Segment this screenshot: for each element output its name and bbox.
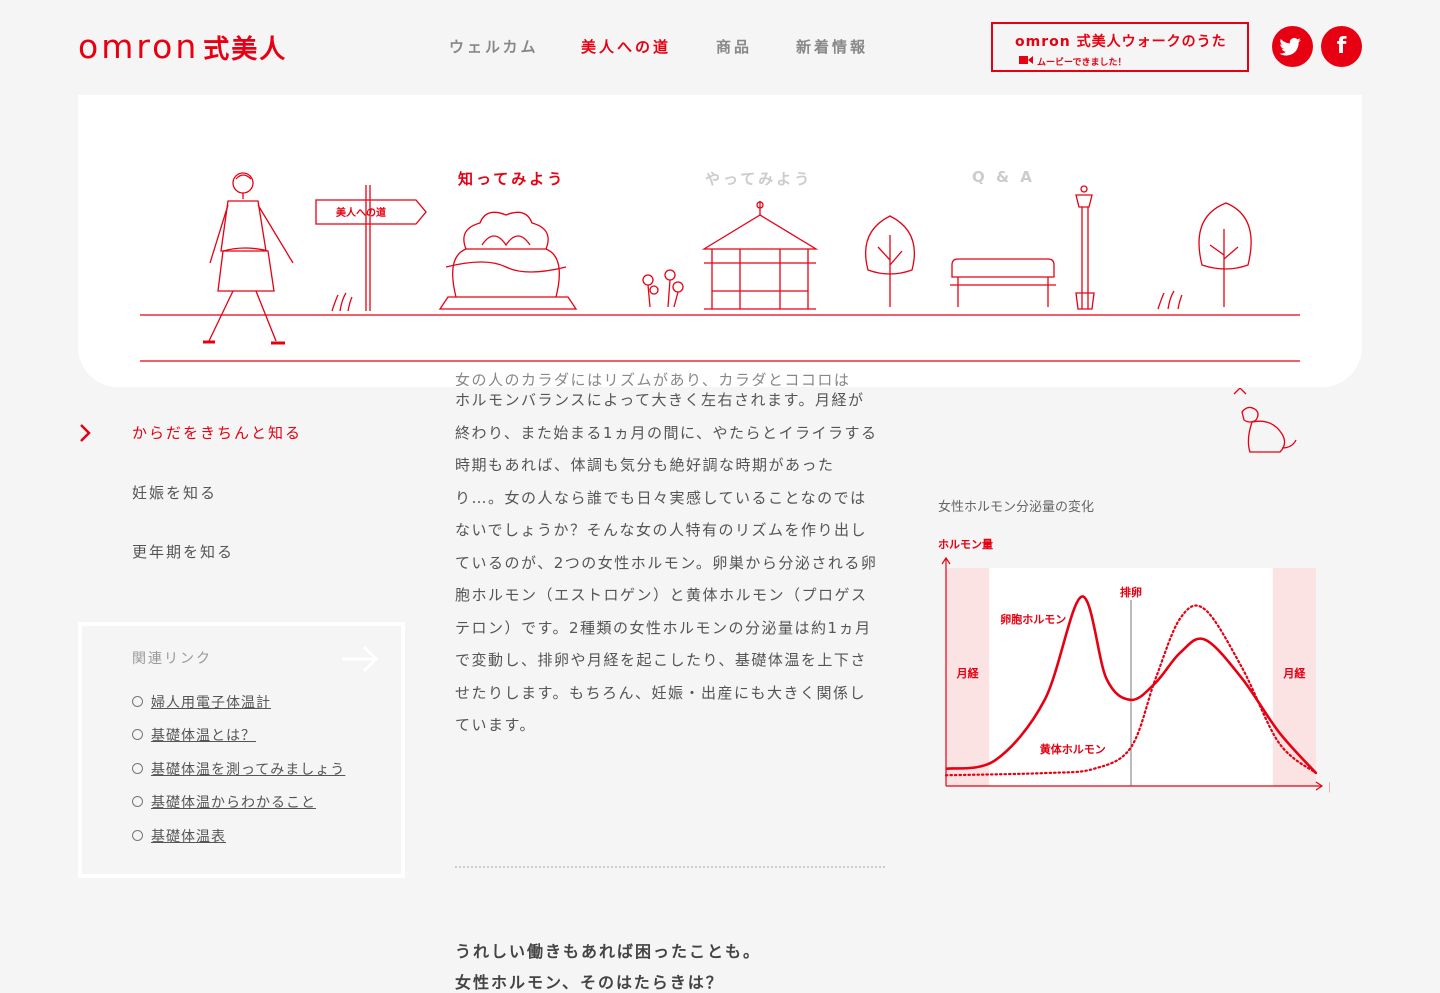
bullet-circle-icon bbox=[132, 728, 143, 740]
related-link-label: 基礎体温からわかること bbox=[151, 795, 316, 811]
article-paragraph: ホルモンバランスによって大きく左右されます。月経が終わり、また始まる1ヵ月の間に… bbox=[455, 391, 878, 734]
logo-sub: 式美人 bbox=[203, 35, 288, 65]
signpost-icon bbox=[315, 185, 427, 312]
fountain-icon bbox=[438, 211, 578, 310]
street-lamp-icon bbox=[1075, 185, 1095, 310]
scene-panel: 知ってみよう やってみよう Q & A 美人への道 bbox=[78, 95, 1362, 387]
article-body: 女の人のカラダにはリズムがあり、カラダとココロは ホルモンバランスによって大きく… bbox=[455, 371, 880, 742]
video-camera-icon bbox=[1019, 56, 1033, 64]
menses-label: 月経 bbox=[956, 666, 980, 680]
sidebar-item-menopause[interactable]: 更年期を知る bbox=[132, 541, 234, 562]
related-link-label: 婦人用電子体温計 bbox=[151, 695, 271, 711]
arrow-right-icon bbox=[342, 645, 379, 673]
related-link[interactable]: 基礎体温を測ってみましょう bbox=[132, 759, 345, 779]
related-link-label: 基礎体温とは？ bbox=[151, 728, 256, 744]
related-links-box: 関連リンク 婦人用電子体温計 基礎体温とは？ 基礎体温を測ってみましょう 基礎体… bbox=[78, 622, 405, 878]
related-link-label: 基礎体温表 bbox=[151, 829, 226, 845]
tree-icon bbox=[864, 215, 916, 307]
sidebar-item-pregnancy[interactable]: 妊娠を知る bbox=[132, 482, 217, 503]
hormone-chart: ホルモン量日数 排卵月経 月経 卵胞ホルモン黄体ホルモン bbox=[938, 538, 1330, 794]
logo-text: omron bbox=[78, 27, 200, 66]
facebook-icon: f bbox=[1336, 34, 1347, 59]
sidebar-item-body[interactable]: からだをきちんと知る bbox=[132, 422, 302, 443]
related-link[interactable]: 基礎体温とは？ bbox=[132, 725, 256, 745]
article-partial-line: 女の人のカラダにはリズムがあり、カラダとココロは bbox=[455, 371, 851, 386]
bullet-circle-icon bbox=[132, 695, 143, 707]
facebook-button[interactable]: f bbox=[1321, 26, 1362, 67]
x-axis-label: 日数 bbox=[1328, 780, 1330, 794]
flowers-icon bbox=[642, 269, 684, 308]
related-link[interactable]: 婦人用電子体温計 bbox=[132, 692, 271, 712]
section-subhead: 女性ホルモン、そのはたらきは？ bbox=[455, 973, 724, 992]
y-axis-label: ホルモン量 bbox=[938, 538, 993, 551]
movie-banner-subtitle: ムービーできました！ bbox=[1037, 58, 1127, 68]
bullet-circle-icon bbox=[132, 829, 143, 841]
bullet-circle-icon bbox=[132, 762, 143, 774]
bullet-circle-icon bbox=[132, 795, 143, 807]
series-label: 黄体ホルモン bbox=[1040, 742, 1106, 756]
bench-icon bbox=[950, 258, 1056, 307]
signpost-label: 美人への道 bbox=[336, 206, 386, 219]
nav-products[interactable]: 商品 bbox=[716, 36, 752, 57]
nav-news[interactable]: 新着情報 bbox=[796, 36, 868, 57]
nav-beauty-road[interactable]: 美人への道 bbox=[581, 36, 671, 57]
related-links-title: 関連リンク bbox=[132, 651, 212, 667]
related-link[interactable]: 基礎体温からわかること bbox=[132, 792, 316, 812]
nav-welcome[interactable]: ウェルカム bbox=[449, 36, 539, 57]
site-header: omron 式美人 ウェルカム 美人への道 商品 新着情報 omron 式美人ウォ… bbox=[0, 0, 1440, 95]
divider bbox=[455, 866, 885, 868]
scene-illustration: 美人への道 bbox=[140, 172, 1300, 362]
walking-woman-icon bbox=[203, 172, 294, 345]
site-logo[interactable]: omron 式美人 bbox=[78, 27, 287, 70]
menses-label: 月経 bbox=[1282, 666, 1306, 680]
section-subhead: うれしい働きもあれば困ったことも。 bbox=[455, 942, 762, 961]
related-link-label: 基礎体温を測ってみましょう bbox=[151, 762, 346, 778]
dog-icon bbox=[1233, 388, 1297, 453]
gazebo-icon bbox=[701, 201, 819, 310]
related-link[interactable]: 基礎体温表 bbox=[132, 826, 226, 846]
chevron-right-icon bbox=[80, 424, 91, 442]
movie-banner[interactable]: omron 式美人ウォークのうた ムービーできました！ bbox=[991, 22, 1249, 72]
tree-icon bbox=[1157, 202, 1252, 310]
twitter-icon bbox=[1279, 38, 1301, 56]
twitter-button[interactable] bbox=[1272, 26, 1313, 67]
chart-caption: 女性ホルモン分泌量の変化 bbox=[938, 500, 1095, 515]
ovulation-label: 排卵 bbox=[1120, 585, 1142, 599]
series-label: 卵胞ホルモン bbox=[1000, 612, 1066, 626]
movie-banner-title: omron 式美人ウォークのうた bbox=[1015, 34, 1227, 50]
